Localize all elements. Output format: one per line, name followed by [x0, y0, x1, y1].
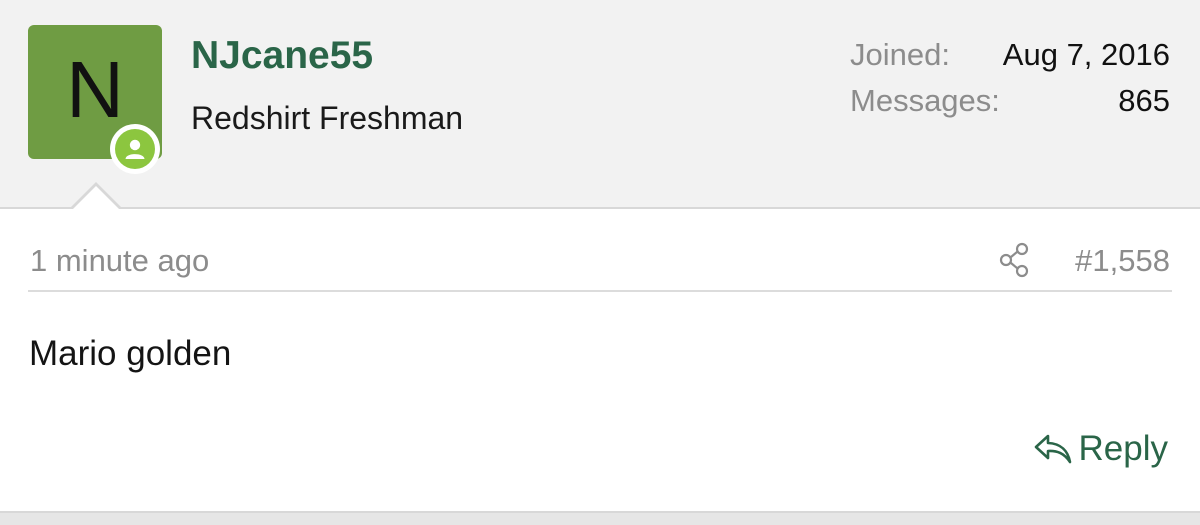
reply-arrow-icon [1034, 434, 1071, 464]
user-online-icon [115, 129, 155, 169]
share-icon[interactable] [998, 242, 1032, 278]
post-divider [0, 511, 1200, 525]
reply-button[interactable]: Reply [1033, 427, 1168, 471]
post-number-link[interactable]: #1,558 [1075, 241, 1170, 281]
stat-joined: Joined: Aug 7, 2016 [850, 36, 1170, 82]
post-meta: 1 minute ago #1,558 [28, 236, 1172, 292]
reply-label: Reply [1078, 429, 1168, 468]
stat-messages: Messages: 865 [850, 82, 1170, 128]
post-body: Mario golden [29, 334, 232, 373]
online-status-badge [110, 124, 160, 174]
stat-value: Aug 7, 2016 [1002, 37, 1170, 72]
user-title: Redshirt Freshman [191, 100, 464, 136]
user-header: N NJcane55 Redshirt Freshman Joined: Aug… [0, 0, 1200, 209]
message-pointer [71, 186, 121, 211]
stat-label: Messages: [850, 83, 1000, 118]
stat-value: 865 [1118, 83, 1170, 118]
stat-label: Joined: [850, 37, 950, 72]
username-link[interactable]: NJcane55 [191, 34, 373, 78]
forum-post: N NJcane55 Redshirt Freshman Joined: Aug… [0, 0, 1200, 525]
avatar-letter: N [66, 45, 124, 134]
user-stats: Joined: Aug 7, 2016 Messages: 865 [850, 36, 1170, 128]
post-timestamp[interactable]: 1 minute ago [30, 241, 209, 281]
